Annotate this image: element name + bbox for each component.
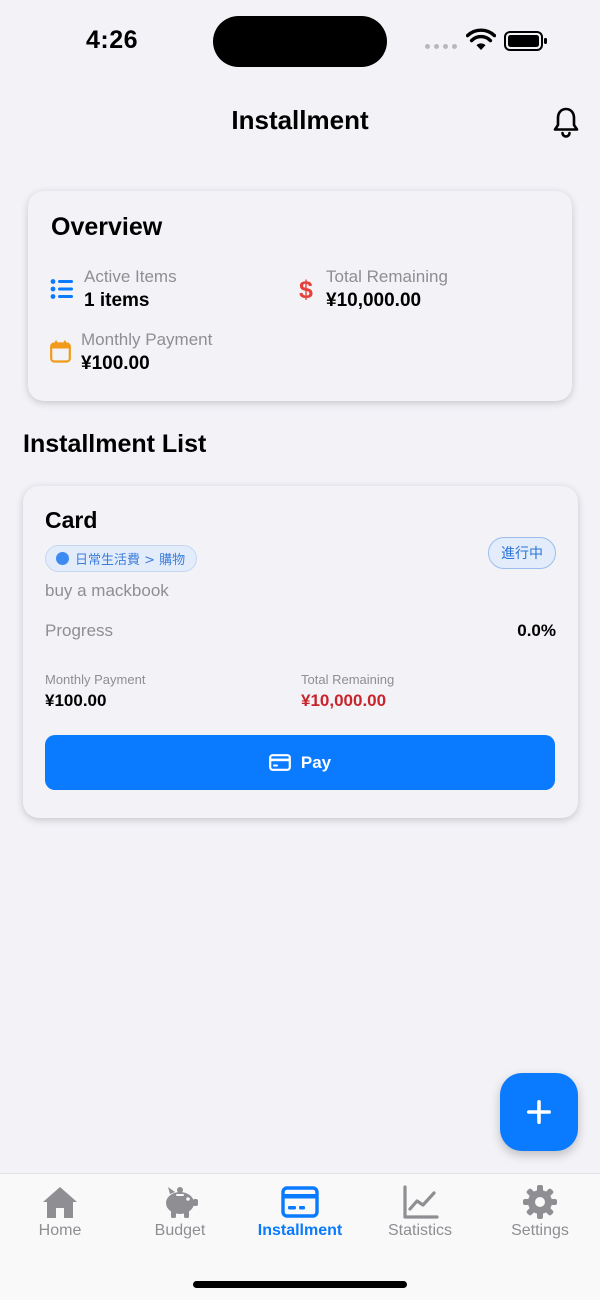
tab-installment[interactable]: Installment bbox=[240, 1184, 360, 1240]
dynamic-island bbox=[213, 16, 387, 67]
calendar-icon bbox=[50, 340, 71, 363]
pay-button[interactable]: Pay bbox=[45, 735, 555, 790]
home-indicator bbox=[193, 1281, 407, 1288]
pay-button-label: Pay bbox=[300, 752, 332, 772]
installment-card[interactable]: Card 日常生活費 > 購物 進行中 buy a mackbook Progr… bbox=[23, 486, 578, 818]
monthly-payment-label: Monthly Payment bbox=[81, 330, 213, 349]
house-icon bbox=[43, 1187, 77, 1218]
cellular-signal-icon bbox=[425, 44, 457, 49]
tab-installment-label: Installment bbox=[257, 1222, 343, 1239]
status-badge: 進行中 bbox=[488, 537, 556, 569]
chart-line-icon bbox=[403, 1185, 439, 1219]
category-text: 日常生活費 > 購物 bbox=[75, 553, 186, 568]
card-monthly-payment-label: Monthly Payment bbox=[45, 672, 146, 687]
total-remaining-value: ¥10,000.00 bbox=[326, 290, 422, 311]
card-total-remaining-label: Total Remaining bbox=[301, 672, 395, 687]
credit-card-icon bbox=[268, 754, 291, 771]
monthly-payment-value: ¥100.00 bbox=[81, 353, 150, 374]
overview-card: Overview Active Items 1 items $ Total Re… bbox=[28, 191, 572, 401]
tab-statistics-label: Statistics bbox=[387, 1222, 452, 1239]
credit-card-icon bbox=[281, 1186, 319, 1218]
piggy-bank-icon bbox=[166, 1187, 198, 1218]
installment-description: buy a mackbook bbox=[45, 581, 169, 600]
card-total-remaining-value: ¥10,000.00 bbox=[301, 691, 387, 710]
installment-name: Card bbox=[45, 507, 98, 533]
active-items-value: 1 items bbox=[84, 290, 150, 311]
category-chip: 日常生活費 > 購物 bbox=[45, 545, 198, 572]
active-items-stat: Active Items 1 items bbox=[84, 267, 177, 312]
tab-home-label: Home bbox=[38, 1222, 82, 1239]
battery-icon bbox=[504, 31, 547, 51]
list-icon bbox=[50, 279, 73, 299]
plus-icon bbox=[527, 1100, 551, 1124]
category-color-dot bbox=[56, 552, 69, 565]
gear-icon bbox=[523, 1185, 557, 1219]
page-title: Installment bbox=[231, 105, 369, 135]
total-remaining-label: Total Remaining bbox=[326, 267, 448, 286]
card-monthly-payment-value: ¥100.00 bbox=[45, 691, 107, 710]
tab-statistics[interactable]: Statistics bbox=[360, 1184, 480, 1240]
tab-budget-label: Budget bbox=[154, 1222, 206, 1239]
tab-settings-label: Settings bbox=[511, 1222, 569, 1239]
active-items-label: Active Items bbox=[84, 267, 177, 286]
total-remaining-stat: Total Remaining ¥10,000.00 bbox=[326, 267, 448, 312]
tab-budget[interactable]: Budget bbox=[120, 1184, 240, 1240]
monthly-payment-stat: Monthly Payment ¥100.00 bbox=[81, 330, 212, 375]
bell-icon[interactable] bbox=[551, 106, 581, 138]
overview-title: Overview bbox=[51, 213, 163, 241]
tab-settings[interactable]: Settings bbox=[480, 1184, 600, 1240]
tab-home[interactable]: Home bbox=[0, 1184, 120, 1240]
status-time: 4:26 bbox=[86, 26, 139, 54]
dollar-icon: $ bbox=[299, 276, 313, 303]
status-bar: 4:26 bbox=[0, 0, 600, 80]
progress-label: Progress bbox=[45, 621, 114, 640]
progress-value: 0.0% bbox=[517, 621, 556, 640]
wifi-icon bbox=[466, 28, 496, 50]
svg-text:$: $ bbox=[299, 276, 313, 303]
installment-list-title: Installment List bbox=[23, 430, 207, 458]
add-installment-button[interactable] bbox=[500, 1073, 578, 1151]
